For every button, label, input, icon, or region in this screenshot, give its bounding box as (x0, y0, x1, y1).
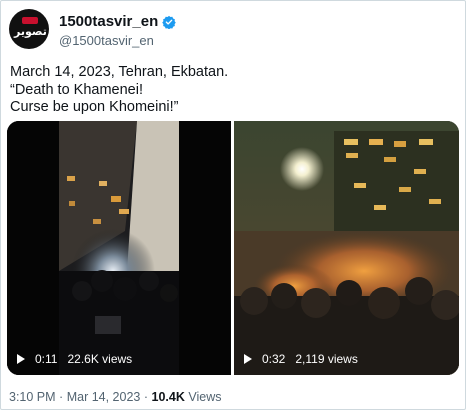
tweet-card: تصویر 1500tasvir_en @1500tasvir_en March… (0, 0, 466, 410)
view-count: 10.4K (151, 390, 185, 404)
tweet-text: March 14, 2023, Tehran, Ekbatan. “Death … (10, 64, 450, 117)
handle[interactable]: @1500tasvir_en (59, 33, 154, 48)
video-views: 22.6K views (67, 352, 133, 366)
footer-separator: · (143, 390, 149, 404)
avatar-logo-text: تصویر (14, 25, 47, 38)
video-1-frame (7, 121, 231, 375)
tweet-date[interactable]: Mar 14, 2023 (67, 390, 141, 404)
video-views: 2,119 views (295, 352, 358, 366)
display-name[interactable]: 1500tasvir_en (59, 13, 158, 30)
footer-separator: · (59, 390, 64, 404)
video-1-meta: 0:11 22.6K views (17, 352, 132, 366)
video-1[interactable]: 0:11 22.6K views (7, 121, 231, 375)
video-duration: 0:11 (35, 352, 58, 366)
video-2-meta: 0:32 2,119 views (244, 352, 358, 366)
video-2-frame (234, 121, 459, 375)
tweet-footer: 3:10 PM · Mar 14, 2023 · 10.4K Views (9, 390, 221, 404)
play-icon[interactable] (244, 354, 252, 364)
play-icon[interactable] (17, 354, 25, 364)
verified-badge-icon (162, 15, 177, 29)
media-grid: 0:11 22.6K views 0:32 2,119 views (7, 121, 459, 375)
tweet-time[interactable]: 3:10 PM (9, 390, 56, 404)
name-row: 1500tasvir_en (59, 13, 177, 30)
tweet-line: March 14, 2023, Tehran, Ekbatan. (10, 64, 229, 80)
views-label: Views (188, 390, 222, 404)
video-2[interactable]: 0:32 2,119 views (234, 121, 459, 375)
tweet-line: “Death to Khamenei! (10, 81, 143, 98)
tweet-header: تصویر 1500tasvir_en @1500tasvir_en (7, 7, 447, 51)
tweet-line: Curse be upon Khomeini!” (10, 99, 179, 115)
video-duration: 0:32 (262, 352, 286, 366)
avatar[interactable]: تصویر (9, 9, 49, 49)
logo-mark (22, 17, 38, 24)
